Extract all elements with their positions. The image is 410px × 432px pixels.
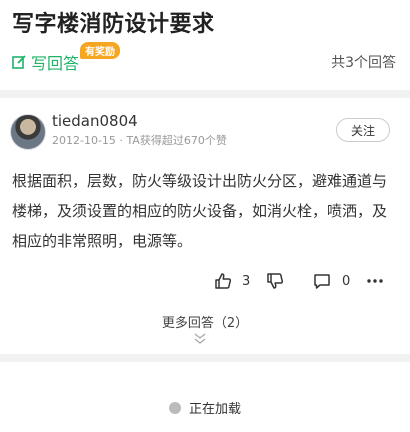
thumbs-up-icon <box>215 273 232 289</box>
follow-button[interactable]: 关注 <box>336 118 390 142</box>
section-divider-bottom <box>0 354 410 362</box>
likes-summary: TA获得超过670个赞 <box>126 134 227 147</box>
dislike-button[interactable] <box>266 271 284 291</box>
answer-username[interactable]: tiedan0804 <box>52 112 138 130</box>
meta-separator: · <box>115 134 127 147</box>
more-dots-icon <box>367 279 383 283</box>
page-title: 写字楼消防设计要求 <box>12 12 215 37</box>
like-button[interactable]: 3 <box>214 271 250 291</box>
answer-count: 共3个回答 <box>331 55 396 71</box>
answer-meta: 2012-10-15 · TA获得超过670个赞 <box>52 132 227 148</box>
chevron-down-icon[interactable] <box>193 330 207 349</box>
answer-content: 根据面积，层数，防火等级设计出防火分区，避难通道与楼梯，及须设置的相应的防火设备… <box>12 172 388 250</box>
comment-count: 0 <box>342 273 351 289</box>
avatar[interactable] <box>10 114 46 150</box>
thumbs-down-icon <box>267 273 284 289</box>
write-answer-button[interactable]: 写回答 <box>12 50 79 74</box>
more-options-button[interactable] <box>366 271 384 291</box>
more-answers-button[interactable]: 更多回答（2） <box>0 312 410 331</box>
answer-date: 2012-10-15 <box>52 134 116 147</box>
comment-button[interactable]: 0 <box>313 271 350 291</box>
loading-indicator: 正在加载 <box>0 398 410 417</box>
loading-text: 正在加载 <box>188 402 241 417</box>
reward-badge: 有奖励 <box>80 42 120 59</box>
loading-spinner-icon <box>168 401 181 414</box>
like-count: 3 <box>242 273 251 289</box>
section-divider <box>0 90 410 98</box>
comment-icon <box>314 274 330 289</box>
write-answer-label: 写回答 <box>31 54 80 73</box>
edit-icon <box>12 55 26 69</box>
